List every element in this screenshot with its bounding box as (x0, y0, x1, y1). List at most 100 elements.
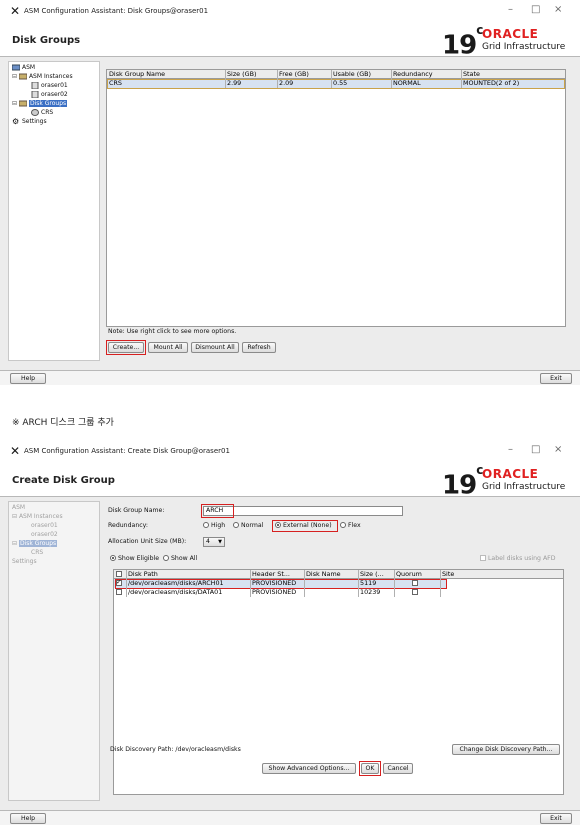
col-size[interactable]: Size (... (358, 570, 394, 579)
show-eligible-radio[interactable]: Show Eligible (110, 555, 159, 563)
redundancy-normal[interactable]: Normal (233, 522, 263, 530)
row-checkbox[interactable] (114, 579, 126, 588)
refresh-button[interactable]: Refresh (242, 342, 276, 353)
allocation-unit-select[interactable]: 4 ▼ (203, 537, 225, 547)
tree-item-oraser02[interactable]: oraser02 (31, 90, 68, 99)
caption-text: ※ ARCH 디스크 그룹 추가 (12, 418, 114, 428)
tree-item-asm-instances: ⊟ ASM Instances (12, 513, 63, 520)
exit-button[interactable]: Exit (540, 373, 572, 384)
exit-button[interactable]: Exit (540, 813, 572, 824)
col-size[interactable]: Size (GB) (225, 70, 277, 79)
col-quorum[interactable]: Quorum (394, 570, 440, 579)
checkbox-checked-icon (116, 579, 122, 587)
instances-icon (18, 73, 28, 80)
cell-redundancy: NORMAL (393, 79, 421, 87)
col-divider (250, 570, 251, 597)
minimize-button[interactable]: – (508, 4, 513, 16)
tree-item-crs[interactable]: CRS (31, 109, 53, 117)
diskgroup-icon (31, 109, 39, 116)
checkbox-icon (412, 580, 418, 586)
tree-item-disk-groups[interactable]: ⊟ Disk Groups (12, 100, 68, 108)
create-disk-group-window: ✕ ASM Configuration Assistant: Create Di… (0, 440, 580, 825)
tree-item-settings[interactable]: ⚙ Settings (12, 118, 47, 126)
col-divider (277, 70, 278, 88)
tree-item-settings: Settings (12, 558, 37, 565)
disk-groups-table: Disk Group Name Size (GB) Free (GB) Usab… (106, 69, 566, 327)
close-button[interactable]: × (554, 4, 562, 16)
help-button[interactable]: Help (10, 373, 46, 384)
quorum-checkbox[interactable] (410, 588, 426, 597)
note-text: Note: Use right click to see more option… (108, 328, 237, 335)
col-divider (394, 570, 395, 597)
cell-free: 2.09 (279, 79, 294, 87)
col-usable[interactable]: Usable (GB) (331, 70, 391, 79)
row-checkbox[interactable] (114, 588, 126, 597)
col-site[interactable]: Site (440, 570, 563, 579)
tree-item-asm: ASM (12, 504, 26, 511)
help-button[interactable]: Help (10, 813, 46, 824)
product-name: Grid Infrastructure (482, 482, 566, 492)
col-header-status[interactable]: Header St... (250, 570, 304, 579)
page-header: Disk Groups 19c ORACLE Grid Infrastructu… (0, 22, 580, 60)
redundancy-external[interactable]: External (None) (275, 522, 332, 530)
page-title: Disk Groups (12, 35, 81, 46)
table-row[interactable]: CRS 2.99 2.09 0.55 NORMAL MOUNTED(2 of 2… (107, 79, 565, 88)
create-button[interactable]: Create... (108, 342, 144, 353)
cell-header-status: PROVISIONED (252, 588, 297, 596)
minimize-button[interactable]: – (508, 444, 513, 456)
window-title: ASM Configuration Assistant: Disk Groups… (24, 7, 209, 15)
cancel-button[interactable]: Cancel (383, 763, 413, 774)
label-disks-afd-checkbox[interactable]: Label disks using AFD (480, 555, 556, 563)
gear-icon: ⚙ (12, 117, 20, 126)
col-divider (461, 70, 462, 88)
disk-discovery-path: Disk Discovery Path: /dev/oracleasm/disk… (110, 746, 241, 753)
instance-icon (31, 90, 39, 99)
mount-all-button[interactable]: Mount All (148, 342, 188, 353)
col-state[interactable]: State (461, 70, 565, 79)
redundancy-high[interactable]: High (203, 522, 225, 530)
col-disk-path[interactable]: Disk Path (126, 570, 250, 579)
ok-button[interactable]: OK (361, 763, 379, 774)
table-header: Disk Group Name Size (GB) Free (GB) Usab… (107, 70, 565, 79)
table-row[interactable]: /dev/oracleasm/disks/DATA01 PROVISIONED … (114, 588, 446, 597)
col-free[interactable]: Free (GB) (277, 70, 331, 79)
col-divider (358, 570, 359, 597)
tree-item-oraser01[interactable]: oraser01 (31, 81, 68, 90)
navigation-tree: ASM ⊟ ASM Instances oraser01 oraser02 ⊟ … (8, 61, 100, 361)
col-select[interactable] (114, 570, 126, 579)
checkbox-icon (412, 589, 418, 595)
maximize-button[interactable]: □ (531, 444, 540, 456)
product-name: Grid Infrastructure (482, 42, 566, 52)
col-disk-group-name[interactable]: Disk Group Name (107, 70, 225, 79)
radio-icon (233, 522, 239, 528)
table-header: Disk Path Header St... Disk Name Size (.… (114, 570, 563, 579)
change-discovery-path-button[interactable]: Change Disk Discovery Path... (452, 744, 560, 755)
cell-size: 10239 (360, 588, 381, 596)
show-advanced-options-button[interactable]: Show Advanced Options... (262, 763, 356, 774)
disk-group-name-input[interactable]: ARCH (203, 506, 403, 516)
checkbox-icon (116, 589, 122, 595)
tree-item-disk-groups: ⊟ Disk Groups (12, 540, 58, 547)
col-disk-name[interactable]: Disk Name (304, 570, 358, 579)
close-button[interactable]: × (554, 444, 562, 456)
page-header: Create Disk Group 19c ORACLE Grid Infras… (0, 462, 580, 500)
tree-item-asm[interactable]: ASM (11, 64, 35, 72)
col-redundancy[interactable]: Redundancy (391, 70, 461, 79)
navigation-tree: ASM ⊟ ASM Instances oraser01 oraser02 ⊟ … (8, 501, 100, 801)
disk-groups-window: ✕ ASM Configuration Assistant: Disk Grou… (0, 0, 580, 385)
radio-icon (163, 555, 169, 561)
dismount-all-button[interactable]: Dismount All (191, 342, 239, 353)
redundancy-flex[interactable]: Flex (340, 522, 361, 530)
show-all-radio[interactable]: Show All (163, 555, 197, 563)
tree-item-crs: CRS (31, 549, 44, 556)
page-title: Create Disk Group (12, 475, 115, 486)
quorum-checkbox[interactable] (410, 579, 426, 588)
tree-item-asm-instances[interactable]: ⊟ ASM Instances (12, 73, 73, 81)
title-bar: ✕ ASM Configuration Assistant: Disk Grou… (0, 0, 580, 22)
table-row[interactable]: /dev/oracleasm/disks/ARCH01 PROVISIONED … (114, 579, 446, 588)
maximize-button[interactable]: □ (531, 4, 540, 16)
checkbox-icon (116, 571, 122, 577)
cell-header-status: PROVISIONED (252, 579, 297, 587)
redundancy-label: Redundancy: (108, 522, 148, 529)
col-divider (391, 70, 392, 88)
